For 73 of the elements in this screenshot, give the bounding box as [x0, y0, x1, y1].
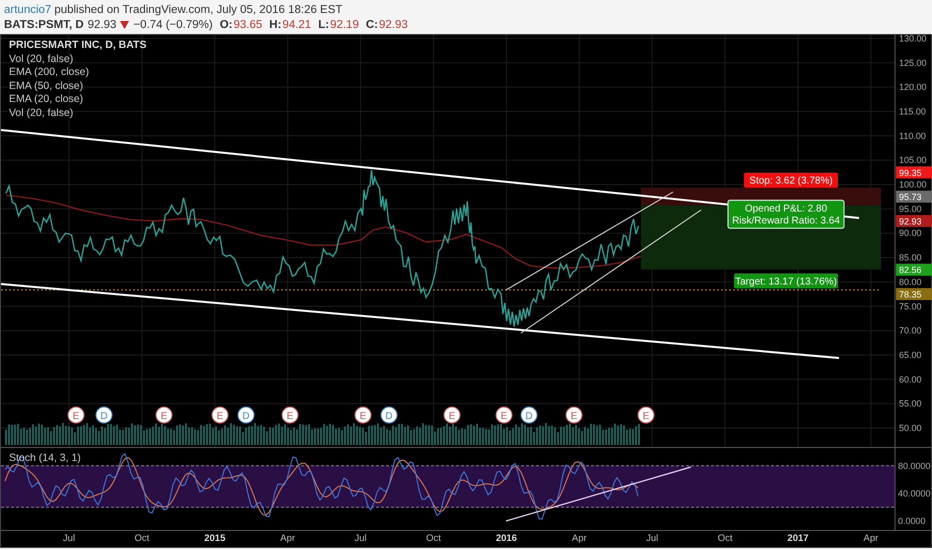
target-label: Target: 13.17 (13.76%)	[734, 273, 838, 288]
earnings-marker[interactable]: E	[282, 406, 298, 424]
earnings-marker[interactable]: E	[68, 406, 84, 424]
stoch-axis-label: 80.0000	[898, 460, 931, 471]
time-axis-label: Jul	[354, 533, 367, 544]
price-axis-label: 85.00	[899, 252, 922, 263]
price-badge: 92.93	[896, 215, 932, 228]
price-axis-label: 90.00	[899, 228, 922, 238]
time-axis-label: Jul	[62, 533, 76, 544]
ohlc-value: 92.19	[330, 18, 359, 30]
legend-study[interactable]: EMA (50, close)	[9, 80, 146, 93]
time-axis-label: Apr	[572, 533, 587, 544]
price-axis-label: 110.00	[899, 130, 926, 141]
price-axis-label: 100.00	[899, 180, 927, 190]
legend-study[interactable]: EMA (20, close)	[9, 93, 146, 106]
price-axis-label: 70.00	[899, 326, 922, 336]
time-axis-label: Jul	[646, 533, 658, 544]
price-badge: 78.35	[896, 288, 932, 300]
symbol-label: BATS:PSMT, D	[4, 18, 84, 30]
earnings-marker[interactable]: E	[156, 406, 172, 424]
ohlc-label: O:	[220, 18, 232, 30]
earnings-marker[interactable]: E	[566, 406, 582, 424]
earnings-marker[interactable]: E	[496, 406, 512, 424]
legend-study[interactable]: Vol (20, false)	[9, 52, 146, 66]
earnings-marker[interactable]: E	[444, 406, 460, 424]
ohlc-label: H:	[269, 18, 282, 30]
publish-info: published on TradingView.com, July 05, 2016 18:26 EST	[54, 4, 342, 16]
price-axis-label: 125.00	[899, 58, 927, 68]
earnings-marker[interactable]: E	[638, 406, 654, 424]
time-axis-label: Oct	[426, 533, 441, 544]
price-badge: 99.35	[896, 166, 932, 178]
price-change: −0.74 (−0.79%)	[133, 18, 213, 30]
legend-study[interactable]: Vol (20, false)	[9, 106, 146, 120]
dividend-marker[interactable]: D	[96, 406, 112, 424]
ohlc-value: 94.21	[282, 18, 312, 30]
stoch-axis-label: 0.0000	[898, 516, 926, 526]
legend-study[interactable]: EMA (200, close)	[9, 66, 146, 80]
time-axis-label: Oct	[718, 533, 732, 544]
time-axis-label: Apr	[864, 533, 878, 544]
time-axis-label: 2015	[204, 533, 226, 544]
time-axis-label: 2016	[496, 533, 517, 544]
ohlc-value: 93.65	[234, 18, 262, 30]
dividend-marker[interactable]: D	[380, 406, 398, 424]
time-axis-label: 2017	[787, 533, 809, 544]
legend-title: PRICESMART INC, D, BATS	[9, 39, 146, 52]
price-axis-label: 105.00	[899, 155, 927, 166]
price-badge: 95.73	[896, 190, 932, 203]
stoch-axis-label: 40.0000	[898, 488, 931, 498]
price-axis-label: 55.00	[899, 398, 922, 409]
earnings-marker[interactable]: E	[212, 406, 228, 424]
ohlc-label: C:	[366, 18, 378, 30]
stop-label: Stop: 3.62 (3.78%)	[744, 172, 838, 188]
price-axis-label: 115.00	[899, 106, 926, 116]
price-axis-label: 120.00	[899, 82, 927, 92]
price-axis-label: 60.00	[899, 374, 922, 384]
position-info-label: Opened P&L: 2.80 Risk/Reward Ratio: 3.64	[728, 200, 844, 229]
ohlc-label: L:	[318, 18, 330, 30]
time-axis-label: Oct	[134, 533, 150, 544]
price-axis-label: 95.00	[899, 204, 922, 214]
earnings-marker[interactable]: E	[354, 406, 372, 424]
time-axis-label: Apr	[280, 533, 296, 544]
author-link[interactable]: artuncio7	[4, 4, 52, 16]
last-price: 92.93	[88, 18, 116, 30]
dividend-marker[interactable]: D	[238, 406, 254, 424]
dividend-marker[interactable]: D	[520, 406, 538, 424]
price-axis-label: 130.00	[899, 35, 927, 44]
price-axis-label: 65.00	[899, 350, 922, 360]
price-badge: 82.56	[896, 264, 932, 276]
price-axis-label: 75.00	[899, 301, 922, 312]
price-axis-label: 50.00	[899, 423, 922, 433]
stoch-title: Stoch (14, 3, 1)	[9, 452, 81, 464]
ohlc-value: 92.93	[378, 18, 408, 30]
price-axis-label: 80.00	[899, 276, 922, 287]
